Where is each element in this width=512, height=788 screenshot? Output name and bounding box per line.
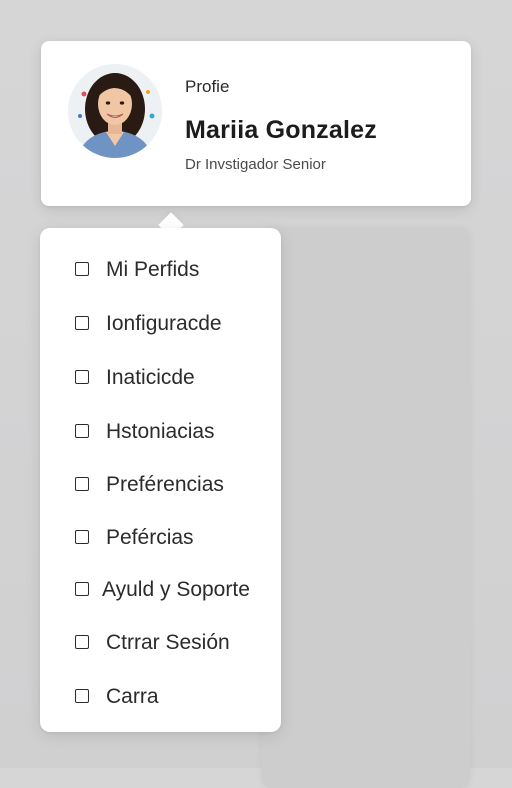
menu-item-label: Ayuld y Soporte bbox=[102, 578, 250, 601]
menu-item-label: Ionfiguracde bbox=[106, 312, 222, 335]
checkbox-icon[interactable] bbox=[75, 262, 89, 276]
checkbox-icon[interactable] bbox=[75, 370, 89, 384]
checkbox-icon[interactable] bbox=[75, 424, 89, 438]
menu-item-ayuda-soporte[interactable]: Ayuld y Soporte bbox=[40, 570, 281, 610]
menu-item-mi-perfil[interactable]: Mi Perfids bbox=[40, 250, 281, 290]
menu-item-label: Mi Perfids bbox=[106, 258, 200, 281]
profile-menu: Mi Perfids Ionfiguracde Inaticicde Hston… bbox=[40, 228, 281, 732]
menu-item-label: Hstoniacias bbox=[106, 420, 215, 443]
avatar[interactable] bbox=[68, 64, 162, 158]
menu-item-label: Preférencias bbox=[106, 473, 224, 496]
menu-item-label: Carra bbox=[106, 685, 159, 708]
menu-item-inaticicde[interactable]: Inaticicde bbox=[40, 358, 281, 398]
checkbox-icon[interactable] bbox=[75, 477, 89, 491]
menu-item-pefercias[interactable]: Pefércias bbox=[40, 518, 281, 558]
person-avatar-icon bbox=[68, 64, 162, 158]
menu-item-label: Ctrrar Sesión bbox=[106, 631, 230, 654]
checkbox-icon[interactable] bbox=[75, 316, 89, 330]
menu-item-historias[interactable]: Hstoniacias bbox=[40, 412, 281, 452]
menu-item-label: Inaticicde bbox=[106, 366, 195, 389]
checkbox-icon[interactable] bbox=[75, 530, 89, 544]
menu-item-label: Pefércias bbox=[106, 526, 194, 549]
menu-item-configuracion[interactable]: Ionfiguracde bbox=[40, 304, 281, 344]
menu-item-carra[interactable]: Carra bbox=[40, 677, 281, 717]
background-panel bbox=[262, 228, 470, 788]
profile-card: Profie Mariia Gonzalez Dr Invstigador Se… bbox=[41, 41, 471, 206]
checkbox-icon[interactable] bbox=[75, 582, 89, 596]
checkbox-icon[interactable] bbox=[75, 689, 89, 703]
menu-item-preferencias[interactable]: Preférencias bbox=[40, 465, 281, 505]
profile-label: Profie bbox=[185, 77, 230, 96]
profile-name: Mariia Gonzalez bbox=[185, 116, 377, 144]
menu-item-cerrar-sesion[interactable]: Ctrrar Sesión bbox=[40, 623, 281, 663]
profile-role: Dr Invstigador Senior bbox=[185, 156, 326, 173]
checkbox-icon[interactable] bbox=[75, 635, 89, 649]
